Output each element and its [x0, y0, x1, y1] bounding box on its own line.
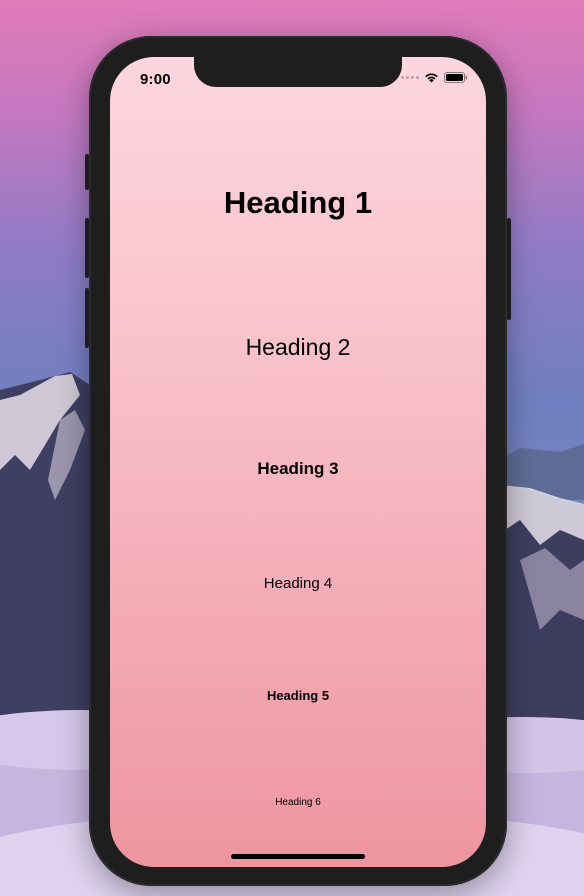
silent-switch [85, 154, 89, 190]
notch [194, 57, 402, 87]
volume-down-button [85, 288, 89, 348]
battery-icon [444, 72, 468, 83]
heading-5: Heading 5 [266, 688, 330, 703]
home-indicator[interactable] [231, 854, 365, 859]
volume-up-button [85, 218, 89, 278]
cellular-signal-icon [401, 76, 419, 79]
heading-4: Heading 4 [263, 575, 333, 592]
status-time: 9:00 [140, 71, 171, 88]
heading-2: Heading 2 [245, 334, 351, 360]
wifi-icon [425, 73, 438, 83]
phone-frame: 9:00 Heading 1 Heading 2 Heading 3 Headi… [85, 36, 511, 886]
heading-3: Heading 3 [257, 459, 339, 478]
status-indicators [401, 72, 468, 83]
heading-1: Heading 1 [223, 185, 373, 220]
heading-6: Heading 6 [275, 797, 321, 808]
phone-screen: 9:00 Heading 1 Heading 2 Heading 3 Headi… [110, 57, 486, 867]
power-button [507, 218, 511, 320]
